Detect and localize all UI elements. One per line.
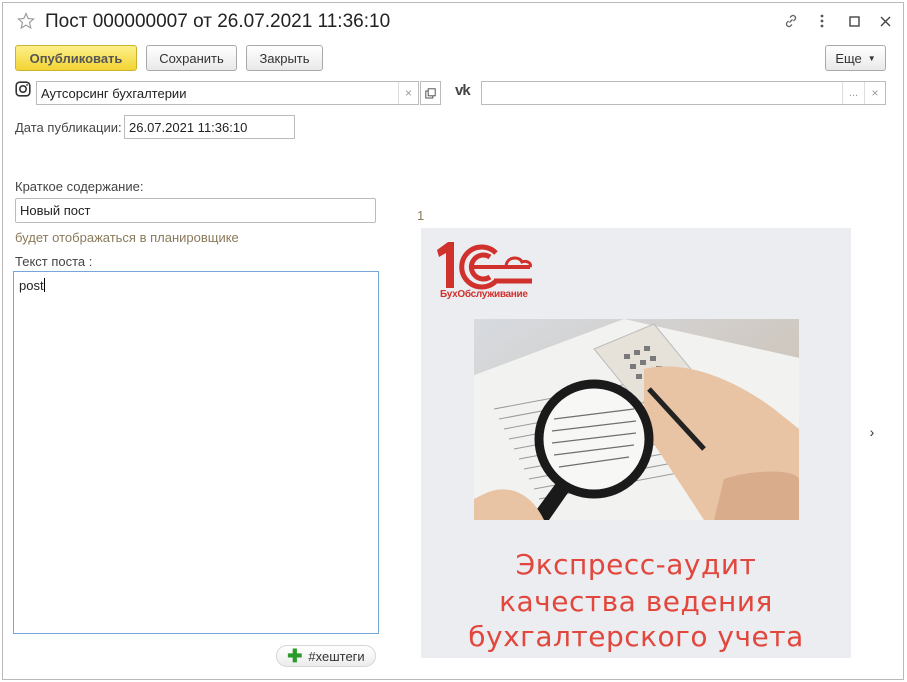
summary-input[interactable]: Новый пост [15, 198, 376, 223]
summary-label: Краткое содержание: [15, 179, 144, 194]
add-hashtags-label: #хештеги [308, 648, 365, 664]
open-icon[interactable] [420, 81, 441, 105]
instagram-account-value: Аутсорсинг бухгалтерии [41, 85, 187, 101]
publish-button[interactable]: Опубликовать [15, 45, 137, 71]
choose-icon[interactable]: ... [842, 82, 864, 104]
close-icon[interactable] [876, 12, 894, 30]
post-text-input[interactable]: post [13, 271, 379, 634]
logo-subtitle: БухОбслуживание [440, 289, 528, 300]
instagram-account-field[interactable]: Аутсорсинг бухгалтерии × [36, 81, 419, 105]
window-title: Пост 000000007 от 26.07.2021 11:36:10 [45, 11, 391, 32]
dropdown-arrow-icon: ▼ [867, 53, 876, 63]
favorite-star-icon[interactable] [17, 12, 35, 30]
maximize-icon[interactable] [845, 12, 863, 30]
summary-hint: будет отображаться в планировщике [15, 230, 239, 245]
caption-line-2: качества ведения [499, 585, 773, 618]
save-button[interactable]: Сохранить [146, 45, 237, 71]
caption-line-3: бухгалтерского учета [468, 620, 804, 653]
text-cursor [43, 278, 45, 292]
link-icon[interactable] [782, 12, 800, 30]
more-menu-button[interactable]: Еще ▼ [825, 45, 886, 71]
plus-icon: ✚ [287, 646, 303, 666]
instagram-icon [15, 81, 31, 97]
add-hashtags-button[interactable]: ✚ #хештеги [276, 645, 376, 667]
publish-date-label: Дата публикации: [15, 120, 122, 135]
publish-date-field[interactable]: 26.07.2021 11:36:10 [124, 115, 295, 139]
next-image-chevron-icon[interactable]: › [866, 424, 878, 440]
caption-line-1: Экспресс-аудит [515, 548, 757, 581]
post-text-label: Текст поста : [15, 254, 93, 269]
more-menu-label: Еще [835, 50, 862, 66]
vk-account-field[interactable]: ... × [481, 81, 886, 105]
close-button[interactable]: Закрыть [246, 45, 323, 71]
vk-icon: vk [455, 82, 471, 99]
image-index: 1 [417, 208, 425, 223]
more-actions-icon[interactable] [813, 12, 831, 30]
post-image[interactable]: БухОбслуживание Экспресс-аудит качества … [421, 228, 851, 658]
audit-magnifier-photo [474, 319, 799, 520]
post-text-value: post [19, 278, 44, 293]
clear-icon[interactable]: × [864, 82, 885, 104]
clear-icon[interactable]: × [398, 82, 418, 104]
